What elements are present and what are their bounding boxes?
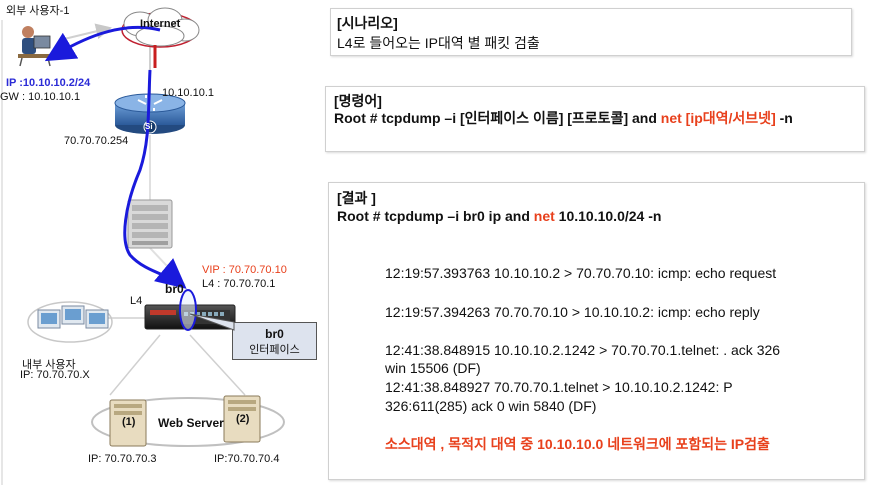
result-note: 소스대역 , 목적지 대역 중 10.10.10.0 네트워크에 포함되는 IP… [385, 436, 770, 452]
web-server-label: Web Server [158, 416, 224, 430]
router-label: Si [145, 122, 153, 131]
link-l4-server1 [109, 334, 161, 396]
command-line-prefix: Root # tcpdump –i [인터페이스 이름] [프로토콜] and [334, 110, 661, 126]
result-command: Root # tcpdump –i br0 ip and net 10.10.1… [337, 208, 661, 224]
network-diagram [1, 7, 285, 485]
result-cmd-prefix: Root # tcpdump –i br0 ip and [337, 208, 534, 224]
internet-label: Internet [140, 18, 181, 30]
result-line-5: 12:41:38.848927 70.70.70.1.telnet > 10.1… [385, 379, 733, 395]
firewall-icon [127, 199, 173, 249]
external-user-label: 외부 사용자-1 [6, 5, 70, 17]
scenario-text: L4로 들어오는 IP대역 별 패킷 검출 [337, 35, 540, 51]
internal-user-ip: IP: 70.70.70.X [20, 369, 90, 381]
l4-ip-label: L4 : 70.70.70.1 [202, 278, 276, 290]
server-2-tag: (2) [236, 413, 250, 425]
command-line-red: net [ip대역/서브넷] [660, 110, 776, 126]
server-1-tag: (1) [122, 416, 136, 428]
server-2-ip: IP:70.70.70.4 [214, 453, 280, 465]
callout-title: br0 [265, 327, 284, 341]
callout-pointer [190, 313, 235, 331]
server-1-ip: IP: 70.70.70.3 [88, 453, 157, 465]
external-user-icon [18, 26, 52, 67]
l4-label: L4 [130, 295, 143, 307]
result-cmd-red: net [533, 208, 555, 224]
vip-label: VIP : 70.70.70.10 [202, 264, 287, 276]
result-line-4: win 15506 (DF) [385, 360, 481, 376]
internal-user-pcs-icon [27, 301, 113, 343]
gw-label: GW : 10.10.10.1 [0, 91, 81, 103]
br0-callout: br0 인터페이스 [232, 322, 317, 360]
result-panel: [결과 ] Root # tcpdump –i br0 ip and net 1… [328, 182, 865, 480]
command-heading: [명령어] [334, 93, 382, 109]
result-cmd-suffix: 10.10.10.0/24 -n [554, 208, 662, 224]
br0-label: br0 [165, 282, 184, 296]
ip-label: IP :10.10.10.2/24 [6, 77, 91, 89]
command-line-suffix: -n [775, 110, 793, 126]
result-line-6: 326:611(285) ack 0 win 5840 (DF) [385, 398, 597, 414]
callout-subtitle: 인터페이스 [249, 344, 300, 356]
scenario-panel: [시나리오] L4로 들어오는 IP대역 별 패킷 검출 [330, 8, 852, 56]
router-ip-top: 10.10.10.1 [162, 87, 214, 99]
link-firewall-l4 [149, 247, 186, 286]
result-line-1: 12:19:57.393763 10.10.10.2 > 70.70.70.10… [385, 265, 777, 281]
command-panel: [명령어] Root # tcpdump –i [인터페이스 이름] [프로토콜… [325, 86, 865, 152]
scenario-heading: [시나리오] [337, 15, 398, 31]
result-line-3: 12:41:38.848915 10.10.10.2.1242 > 70.70.… [385, 342, 781, 358]
router-ip-bottom: 70.70.70.254 [64, 135, 129, 147]
result-line-2: 12:19:57.394263 70.70.70.10 > 10.10.10.2… [385, 304, 760, 320]
result-heading: [결과 ] [337, 190, 376, 206]
command-line: Root # tcpdump –i [인터페이스 이름] [프로토콜] and … [334, 109, 854, 128]
